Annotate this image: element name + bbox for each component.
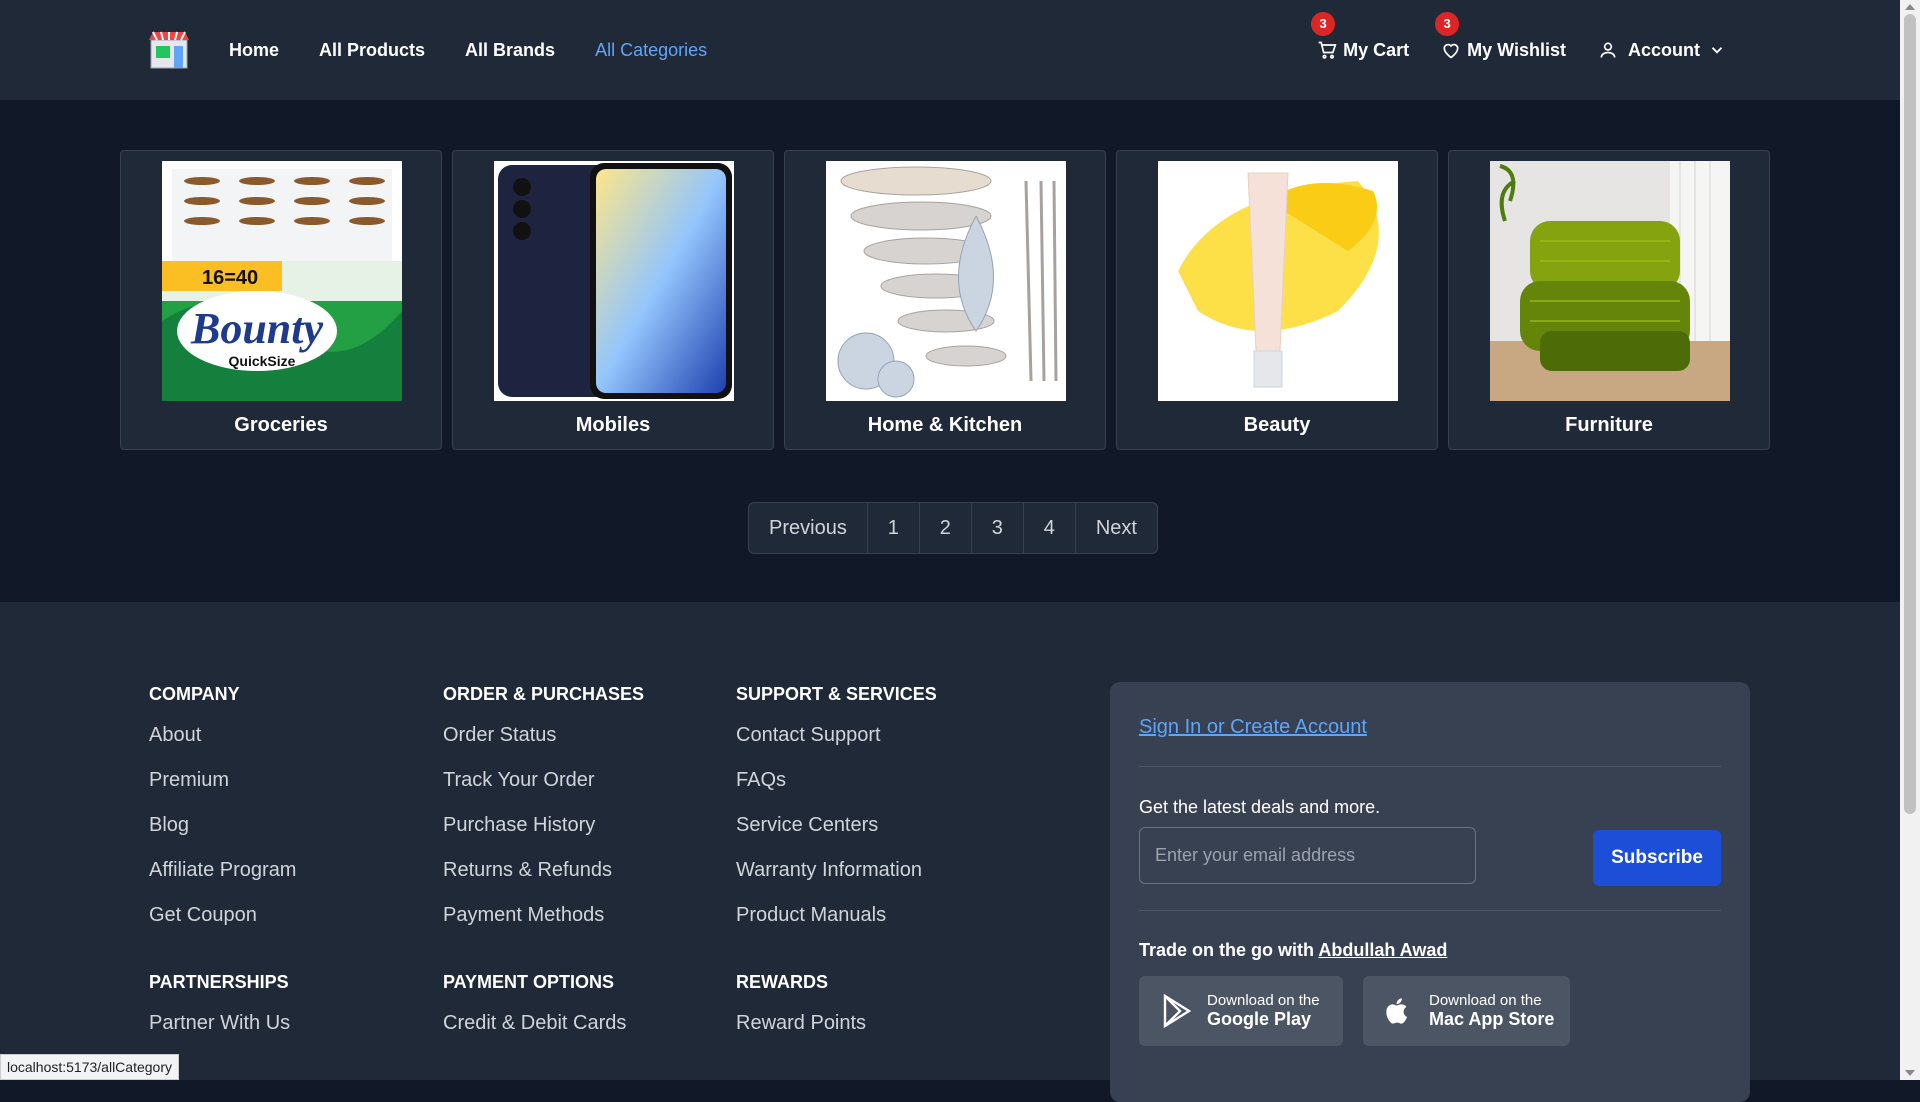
footer-link[interactable]: Warranty Information <box>736 859 937 904</box>
footer-column-support: SUPPORT & SERVICES Contact Support FAQs … <box>736 684 937 1057</box>
footer-link[interactable]: Track Your Order <box>443 769 644 814</box>
furniture-image <box>1490 161 1730 401</box>
category-card-home-kitchen[interactable]: Home & Kitchen <box>784 150 1106 450</box>
footer-link[interactable]: Payment Methods <box>443 904 644 949</box>
category-card-furniture[interactable]: Furniture <box>1448 150 1770 450</box>
divider <box>1139 766 1721 767</box>
cart-count-badge: 3 <box>1311 11 1336 36</box>
author-link[interactable]: Abdullah Awad <box>1318 940 1447 960</box>
vertical-scrollbar[interactable] <box>1900 0 1920 1080</box>
scroll-thumb[interactable] <box>1904 14 1916 814</box>
mobiles-image <box>494 161 734 401</box>
mac-app-store-small-text: Download on the <box>1429 992 1542 1009</box>
category-name: Mobiles <box>575 414 651 436</box>
previous-page-button[interactable]: Previous <box>749 503 868 553</box>
store-logo-icon[interactable] <box>148 30 190 70</box>
footer-heading: PARTNERSHIPS <box>149 972 289 992</box>
trade-text: Trade on the go with Abdullah Awad <box>1139 940 1447 961</box>
footer-link[interactable]: Credit & Debit Cards <box>443 1012 644 1057</box>
footer-link[interactable]: Reward Points <box>736 1012 937 1057</box>
footer-link[interactable]: Service Centers <box>736 814 937 859</box>
footer: COMPANY About Premium Blog Affiliate Pro… <box>0 602 1900 1102</box>
footer-link[interactable]: About <box>149 724 296 769</box>
footer-heading: ORDER & PURCHASES <box>443 684 645 704</box>
navbar: Home All Products All Brands All Categor… <box>0 0 1900 100</box>
footer-heading: PAYMENT OPTIONS <box>443 972 615 992</box>
scroll-down-arrow-icon[interactable] <box>1905 1070 1915 1076</box>
footer-heading: SUPPORT & SERVICES <box>736 684 937 704</box>
google-play-big-text: Google Play <box>1207 1009 1312 1029</box>
my-wishlist-label: My Wishlist <box>1467 39 1566 60</box>
category-name: Home & Kitchen <box>867 414 1023 436</box>
nav-all-products[interactable]: All Products <box>319 40 425 61</box>
page-1-button[interactable]: 1 <box>868 503 920 553</box>
page-2-button[interactable]: 2 <box>920 503 972 553</box>
apple-icon <box>1386 998 1407 1024</box>
pagination: Previous 1 2 3 4 Next <box>748 502 1158 554</box>
footer-column-company: COMPANY About Premium Blog Affiliate Pro… <box>149 684 296 1057</box>
footer-column-orders: ORDER & PURCHASES Order Status Track You… <box>443 684 644 1057</box>
category-grid: Bounty QuickSize 16=40 Groceries Mobiles… <box>120 150 1778 450</box>
google-play-button[interactable]: Download on the Google Play <box>1139 976 1343 1046</box>
svg-text:16=40: 16=40 <box>202 267 258 289</box>
footer-link[interactable]: Get Coupon <box>149 904 296 949</box>
mac-app-store-big-text: Mac App Store <box>1429 1009 1555 1029</box>
footer-link[interactable]: Blog <box>149 814 296 859</box>
footer-link[interactable]: Order Status <box>443 724 644 769</box>
next-page-button[interactable]: Next <box>1076 503 1157 553</box>
category-name: Groceries <box>234 414 328 436</box>
deals-text: Get the latest deals and more. <box>1139 797 1381 817</box>
wishlist-count-badge: 3 <box>1435 11 1460 36</box>
google-play-icon <box>1163 993 1192 1029</box>
category-card-beauty[interactable]: Beauty <box>1116 150 1438 450</box>
footer-link[interactable]: Contact Support <box>736 724 937 769</box>
nav-all-categories[interactable]: All Categories <box>595 40 707 61</box>
browser-status-url: localhost:5173/allCategory <box>0 1054 179 1080</box>
google-play-small-text: Download on the <box>1207 992 1320 1009</box>
category-card-mobiles[interactable]: Mobiles <box>452 150 774 450</box>
scroll-up-arrow-icon[interactable] <box>1905 4 1915 10</box>
my-wishlist-button[interactable]: 3 My Wishlist <box>1435 11 1566 61</box>
footer-heading: REWARDS <box>736 972 829 992</box>
groceries-image: Bounty QuickSize 16=40 <box>162 161 402 401</box>
trade-text-label: Trade on the go with <box>1139 940 1314 960</box>
newsletter-panel: Sign In or Create Account Get the latest… <box>1110 682 1750 1102</box>
nav-actions: 3 My Cart 3 My Wishlist Account <box>1285 0 1732 100</box>
footer-link[interactable]: FAQs <box>736 769 937 814</box>
footer-link[interactable]: Purchase History <box>443 814 644 859</box>
heart-icon <box>1443 43 1459 59</box>
footer-link[interactable]: Product Manuals <box>736 904 937 949</box>
main-nav: Home All Products All Brands All Categor… <box>229 0 747 100</box>
subscribe-button[interactable]: Subscribe <box>1593 830 1721 886</box>
account-dropdown[interactable]: Account <box>1598 40 1732 61</box>
category-name: Beauty <box>1243 414 1311 436</box>
svg-text:Bounty: Bounty <box>190 304 324 353</box>
nav-all-brands[interactable]: All Brands <box>465 40 555 61</box>
page-4-button[interactable]: 4 <box>1024 503 1076 553</box>
footer-link[interactable]: Partner With Us <box>149 1012 296 1057</box>
user-icon <box>1600 42 1616 58</box>
footer-heading: COMPANY <box>149 684 240 704</box>
category-card-groceries[interactable]: Bounty QuickSize 16=40 Groceries <box>120 150 442 450</box>
email-input[interactable] <box>1139 827 1476 884</box>
divider <box>1139 910 1721 911</box>
page-3-button[interactable]: 3 <box>972 503 1024 553</box>
home-kitchen-image <box>826 161 1066 401</box>
footer-link[interactable]: Affiliate Program <box>149 859 296 904</box>
footer-link[interactable]: Premium <box>149 769 296 814</box>
sign-in-link[interactable]: Sign In or Create Account <box>1139 716 1367 739</box>
mac-app-store-button[interactable]: Download on the Mac App Store <box>1363 976 1570 1046</box>
beauty-image <box>1158 161 1398 401</box>
my-cart-label: My Cart <box>1343 39 1410 60</box>
my-cart-button[interactable]: 3 My Cart <box>1311 11 1410 61</box>
category-name: Furniture <box>1565 414 1653 436</box>
cart-icon <box>1318 41 1337 59</box>
footer-link[interactable]: Returns & Refunds <box>443 859 644 904</box>
account-label: Account <box>1628 39 1700 60</box>
svg-text:QuickSize: QuickSize <box>229 353 296 369</box>
nav-home[interactable]: Home <box>229 40 279 61</box>
chevron-down-icon <box>1711 47 1723 54</box>
